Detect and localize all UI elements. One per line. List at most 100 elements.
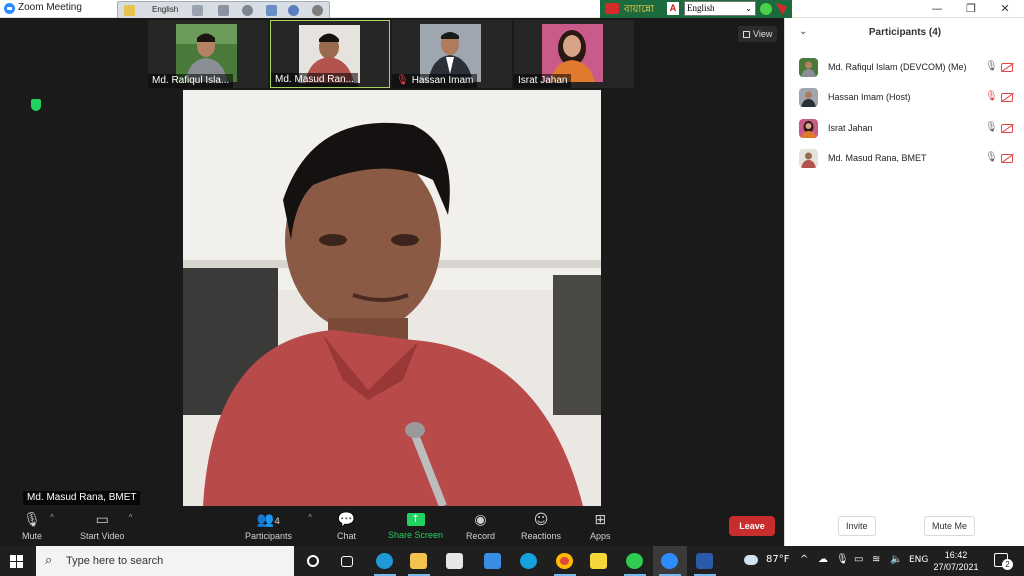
word-icon[interactable] xyxy=(688,546,722,576)
record-icon: ◉ xyxy=(474,512,487,528)
video-off-icon[interactable] xyxy=(1001,93,1013,102)
input-language[interactable]: ENG xyxy=(909,555,928,565)
participants-panel: ⌄ Participants (4) Md. Rafiqul Islam (DE… xyxy=(784,18,1024,546)
participant-name: Israt Jahan xyxy=(828,123,873,133)
ime-language-select[interactable]: English ⌄ xyxy=(684,1,756,16)
video-off-icon[interactable] xyxy=(1001,124,1013,133)
video-off-icon[interactable] xyxy=(1001,63,1013,72)
participant-row[interactable]: Md. Rafiqul Islam (DEVCOM) (Me) 🎙 xyxy=(797,58,1017,78)
language-icon[interactable] xyxy=(124,5,135,16)
chevron-up-icon[interactable]: ^ xyxy=(129,513,133,522)
leave-button[interactable]: Leave xyxy=(729,516,775,536)
taskbar-search[interactable]: ⌕ Type here to search xyxy=(36,546,294,576)
participants-button[interactable]: 👥4 Participants ^ xyxy=(245,512,312,541)
participant-name: Md. Rafiqul Islam (DEVCOM) (Me) xyxy=(828,62,967,72)
chat-icon: 💬 xyxy=(337,512,356,528)
microphone-icon[interactable]: 🎙 xyxy=(985,122,998,133)
cloud-icon[interactable]: ☁ xyxy=(818,554,828,565)
record-button[interactable]: ◉ Record xyxy=(466,512,495,541)
mute-me-button[interactable]: Mute Me xyxy=(924,516,976,536)
weather-icon[interactable] xyxy=(744,555,758,565)
participant-thumbnail[interactable]: 🎙 Hassan Imam xyxy=(392,20,512,88)
shield-icon[interactable] xyxy=(31,99,41,111)
apps-icon: ⊞ xyxy=(594,512,607,528)
close-button[interactable]: ✕ xyxy=(988,0,1022,18)
chrome-icon[interactable] xyxy=(548,546,582,576)
clock-date: 27/07/2021 xyxy=(933,562,979,572)
active-speaker-name: Md. Masud Rana, BMET xyxy=(23,491,141,505)
chevron-up-icon[interactable]: ^ xyxy=(800,554,808,565)
participants-panel-title: Participants (4) xyxy=(868,27,942,38)
chat-button[interactable]: 💬 Chat xyxy=(337,512,356,541)
chevron-up-icon[interactable]: ^ xyxy=(50,513,54,522)
participant-thumbnail[interactable]: Israt Jahan xyxy=(514,20,634,88)
task-view-icon[interactable] xyxy=(330,546,364,576)
muted-mic-icon[interactable]: 🎙 xyxy=(985,91,998,102)
video-off-icon: ▭ xyxy=(95,512,109,528)
ime-mode-icon[interactable]: A xyxy=(667,2,679,15)
apps-button[interactable]: ⊞ Apps xyxy=(590,512,611,541)
info-icon[interactable] xyxy=(312,5,323,16)
chat-label: Chat xyxy=(337,531,357,541)
cortana-icon[interactable] xyxy=(296,546,330,576)
reactions-label: Reactions xyxy=(521,531,562,541)
microphone-icon[interactable]: 🎙 xyxy=(985,152,998,163)
windows-start-icon[interactable] xyxy=(10,555,23,568)
file-explorer-icon[interactable] xyxy=(402,546,436,576)
participant-thumbnail-active[interactable]: Md. Masud Ran... xyxy=(270,20,390,88)
participant-row[interactable]: Hassan Imam (Host) 🎙 xyxy=(797,88,1017,108)
share-screen-button[interactable]: ↑ Share Screen xyxy=(388,512,443,540)
microphone-icon[interactable]: 🎙 xyxy=(985,61,998,72)
view-button[interactable]: View xyxy=(738,26,778,42)
zoom-taskbar-icon[interactable] xyxy=(653,546,687,576)
thumbnail-name: Israt Jahan xyxy=(514,74,572,88)
ime-label: বায়ান্নো xyxy=(624,4,654,15)
battery-icon[interactable]: ▭ xyxy=(854,554,863,565)
start-video-label: Start Video xyxy=(80,531,125,541)
mute-button[interactable]: 🎙 Mute ^ xyxy=(22,512,54,541)
participant-row[interactable]: Md. Masud Rana, BMET 🎙 xyxy=(797,149,1017,169)
muted-mic-icon: 🎙 xyxy=(396,75,409,86)
pen-icon[interactable] xyxy=(218,5,229,16)
grid-icon xyxy=(743,31,750,38)
restore-button[interactable]: ❐ xyxy=(954,0,988,18)
ime-tool-icon[interactable] xyxy=(776,3,787,15)
participant-row[interactable]: Israt Jahan 🎙 xyxy=(797,119,1017,139)
language-label[interactable]: English xyxy=(152,5,178,14)
start-video-button[interactable]: ▭ Start Video ^ xyxy=(80,512,132,541)
ime-status-icon[interactable] xyxy=(760,3,772,15)
taskbar: ⌕ Type here to search 87°F ^ ☁ 🎙 ▭ ≋ 🔈 E… xyxy=(0,546,1024,576)
volume-icon[interactable]: 🔈 xyxy=(890,554,902,565)
share-screen-label: Share Screen xyxy=(388,530,444,540)
minimize-button[interactable]: — xyxy=(920,0,954,18)
participants-icon: 👥4 xyxy=(256,512,281,528)
video-off-icon[interactable] xyxy=(1001,154,1013,163)
sticky-notes-icon[interactable] xyxy=(582,546,616,576)
settings-icon[interactable] xyxy=(242,5,253,16)
mute-label: Mute xyxy=(22,531,43,541)
clock-time: 16:42 xyxy=(944,550,968,560)
keyboard-icon[interactable] xyxy=(192,5,203,16)
store-icon[interactable] xyxy=(438,546,472,576)
active-speaker-video xyxy=(183,90,601,506)
edit-icon[interactable] xyxy=(266,5,277,16)
wifi-icon[interactable]: ≋ xyxy=(872,554,880,565)
reactions-button[interactable]: ☺ Reactions xyxy=(521,512,561,541)
chevron-up-icon[interactable]: ^ xyxy=(308,513,312,522)
taskbar-clock[interactable]: 16:42 27/07/2021 xyxy=(928,549,984,573)
share-screen-icon: ↑ xyxy=(406,513,425,526)
invite-button[interactable]: Invite xyxy=(838,516,876,536)
microphone-icon[interactable]: 🎙 xyxy=(836,554,849,565)
participant-thumbnail[interactable]: Md. Rafiqul Isla... xyxy=(148,20,268,88)
weather-temperature[interactable]: 87°F xyxy=(766,554,789,565)
help-icon[interactable] xyxy=(288,5,299,16)
edge-icon[interactable] xyxy=(368,546,402,576)
language-toolbar[interactable]: English xyxy=(117,1,330,19)
thumbnail-name-text: Hassan Imam xyxy=(411,75,474,86)
whatsapp-icon[interactable] xyxy=(618,546,652,576)
mail-icon[interactable] xyxy=(476,546,510,576)
reactions-icon: ☺ xyxy=(533,512,549,528)
skype-icon[interactable] xyxy=(512,546,546,576)
thumbnail-name: 🎙 Hassan Imam xyxy=(392,74,478,88)
view-label: View xyxy=(753,29,773,39)
